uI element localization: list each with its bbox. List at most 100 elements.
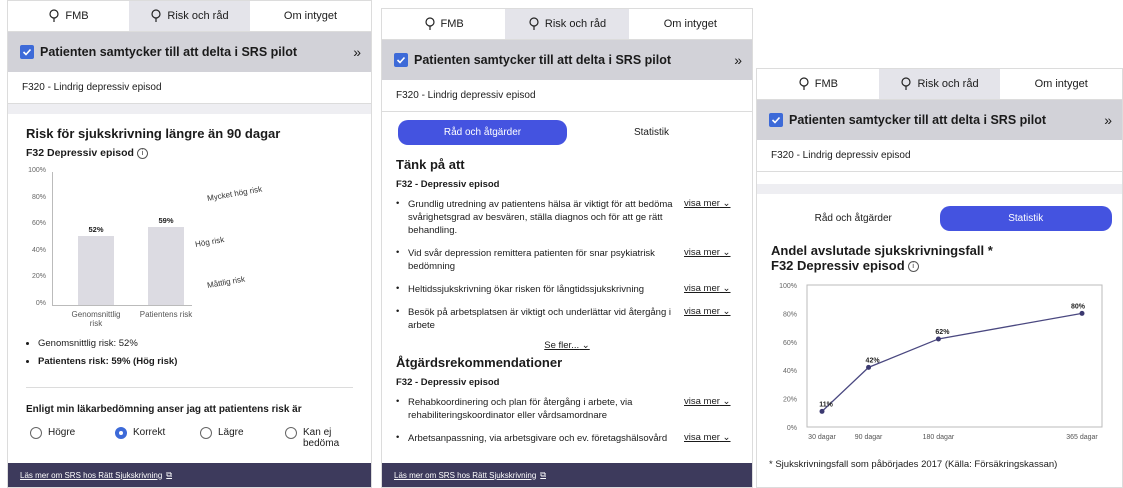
see-more-label[interactable]: Se fler... bbox=[544, 340, 579, 351]
check-icon bbox=[22, 48, 32, 56]
risk-panel: FMB Risk och råd Om intyget Patienten sa… bbox=[7, 0, 372, 488]
radio-cannot-assess[interactable]: Kan ej bedöma bbox=[285, 427, 345, 449]
show-more-link[interactable]: visa mer ⌄ bbox=[684, 396, 731, 407]
tab-label: Om intyget bbox=[1034, 78, 1088, 90]
tab-fmb[interactable]: FMB bbox=[382, 9, 506, 39]
tab-label: Om intyget bbox=[663, 18, 717, 30]
tab-fmb[interactable]: FMB bbox=[757, 69, 879, 99]
show-more-link[interactable]: visa mer ⌄ bbox=[684, 306, 731, 317]
lightbulb-icon bbox=[799, 77, 809, 90]
footer-link[interactable]: Läs mer om SRS hos Rätt Sjukskrivning ⧉ bbox=[382, 463, 752, 487]
x-tick-label: 365 dagar bbox=[1066, 434, 1098, 441]
radio-lower[interactable]: Lägre bbox=[200, 427, 285, 449]
radio-circle-selected[interactable] bbox=[115, 427, 127, 439]
tab-bar: FMB Risk och råd Om intyget bbox=[8, 1, 371, 32]
section-title: Åtgärdsrekommendationer bbox=[396, 355, 563, 370]
radio-label: Kan ej bedöma bbox=[303, 427, 340, 449]
show-more-label[interactable]: visa mer bbox=[684, 247, 720, 258]
radio-label: Korrekt bbox=[133, 427, 166, 438]
expand-icon[interactable]: » bbox=[353, 44, 361, 60]
consent-checkbox[interactable] bbox=[394, 53, 408, 67]
think-about-section: Tänk på att F32 - Depressiv episod bbox=[382, 153, 752, 190]
radio-higher[interactable]: Högre bbox=[30, 427, 115, 449]
show-more-label[interactable]: visa mer bbox=[684, 396, 720, 407]
risk-summary: Genomsnittlig risk: 52% Patientens risk:… bbox=[8, 338, 371, 374]
external-link-icon: ⧉ bbox=[540, 470, 546, 479]
tab-label: FMB bbox=[65, 10, 89, 22]
seg-statistik[interactable]: Statistik bbox=[939, 206, 1112, 231]
tab-risk[interactable]: Risk och råd bbox=[129, 1, 250, 31]
advice-text: Heltidssjukskrivning ökar risken för lån… bbox=[408, 284, 645, 295]
tab-risk[interactable]: Risk och råd bbox=[878, 69, 1001, 99]
bullet: • bbox=[396, 198, 400, 209]
show-more-label[interactable]: visa mer bbox=[684, 306, 720, 317]
diagnosis-row: F320 - Lindrig depressiv episod bbox=[8, 72, 371, 104]
data-label: 42% bbox=[866, 357, 881, 364]
info-icon[interactable]: i bbox=[136, 147, 148, 159]
section-title: Tänk på att bbox=[396, 157, 465, 172]
risk-bar-chart: 0% 20% 40% 60% 80% 100% 52% Genomsnittlig risk… bbox=[8, 164, 371, 334]
footer-link[interactable]: Läs mer om SRS hos Rätt Sjukskrivning ⧉ bbox=[8, 463, 371, 487]
expand-icon[interactable]: » bbox=[734, 52, 742, 68]
bullet: • bbox=[396, 432, 400, 443]
lightbulb-icon bbox=[151, 9, 162, 22]
show-more-label[interactable]: visa mer bbox=[684, 198, 720, 209]
seg-rad-och-atgarder[interactable]: Råd och åtgärder bbox=[767, 206, 940, 231]
y-axis bbox=[52, 172, 53, 305]
y-tick-label: 40% bbox=[783, 368, 797, 375]
footer-link-text[interactable]: Läs mer om SRS hos Rätt Sjukskrivning bbox=[20, 471, 162, 480]
tab-label: Risk och råd bbox=[917, 78, 979, 90]
show-more-link[interactable]: visa mer ⌄ bbox=[684, 432, 731, 443]
info-icon[interactable]: i bbox=[907, 261, 919, 273]
statistics-line-chart: 0% 20% 40% 60% 80% 100% 11% 30 dagar 42% 90 dagar… bbox=[779, 283, 1103, 441]
tab-om-intyget[interactable]: Om intyget bbox=[628, 9, 752, 39]
tab-label: Om intyget bbox=[283, 10, 338, 22]
tab-om-intyget[interactable]: Om intyget bbox=[1000, 69, 1122, 99]
consent-checkbox[interactable] bbox=[20, 45, 34, 59]
tab-om-intyget[interactable]: Om intyget bbox=[250, 1, 371, 31]
show-more-link[interactable]: visa mer ⌄ bbox=[684, 283, 731, 294]
x-category-label: Genomsnittlig risk bbox=[71, 310, 121, 328]
consent-checkbox[interactable] bbox=[769, 113, 783, 127]
check-icon bbox=[396, 56, 406, 64]
tab-label: FMB bbox=[814, 78, 838, 90]
risk-level-label: Måttlig risk bbox=[206, 274, 246, 290]
data-label: 62% bbox=[935, 329, 950, 336]
recommendation-item: • Arbetsanpassning, via arbetsgivare och … bbox=[382, 432, 752, 445]
radio-circle[interactable] bbox=[200, 427, 212, 439]
x-axis bbox=[52, 305, 192, 306]
chevron-down-icon: ⌄ bbox=[719, 396, 731, 407]
advice-item: • Besök på arbetsplatsen är viktigt och u… bbox=[382, 306, 752, 332]
show-more-link[interactable]: visa mer ⌄ bbox=[684, 247, 731, 258]
radio-circle[interactable] bbox=[285, 427, 297, 439]
advice-item: • Heltidssjukskrivning ökar risken för lå… bbox=[382, 283, 752, 296]
y-tick-label: 40% bbox=[31, 246, 46, 254]
radio-circle[interactable] bbox=[30, 427, 42, 439]
show-more-label[interactable]: visa mer bbox=[684, 432, 720, 443]
tab-risk[interactable]: Risk och råd bbox=[505, 9, 629, 39]
tab-label: Risk och råd bbox=[544, 18, 607, 30]
view-switch: Råd och åtgärder Statistik bbox=[757, 194, 1122, 243]
tab-fmb[interactable]: FMB bbox=[8, 1, 129, 31]
y-tick-label: 80% bbox=[783, 311, 797, 318]
statistics-heading: Andel avslutade sjukskrivningsfall * F32… bbox=[757, 243, 1122, 273]
lightbulb-icon bbox=[424, 17, 435, 30]
tab-bar: FMB Risk och råd Om intyget bbox=[382, 9, 752, 40]
tab-label: FMB bbox=[440, 18, 464, 30]
show-more-label[interactable]: visa mer bbox=[684, 283, 720, 294]
seg-rad-och-atgarder[interactable]: Råd och åtgärder bbox=[398, 120, 567, 145]
radio-correct[interactable]: Korrekt bbox=[115, 427, 200, 449]
footer-link-text[interactable]: Läs mer om SRS hos Rätt Sjukskrivning bbox=[394, 471, 536, 480]
y-tick-label: 60% bbox=[31, 220, 46, 228]
advice-list: • Grundlig utredning av patientens hälsa … bbox=[382, 198, 752, 332]
advice-item: • Grundlig utredning av patientens hälsa … bbox=[382, 198, 752, 237]
chevron-down-icon: ⌄ bbox=[579, 340, 590, 351]
series-line bbox=[821, 312, 1083, 412]
see-more-link[interactable]: Se fler... ⌄ bbox=[382, 340, 752, 351]
statistics-title: Andel avslutade sjukskrivningsfall * bbox=[771, 243, 993, 258]
data-point bbox=[866, 364, 872, 370]
expand-icon[interactable]: » bbox=[1104, 112, 1112, 128]
advice-text: Besök på arbetsplatsen är viktigt och un… bbox=[408, 307, 671, 331]
show-more-link[interactable]: visa mer ⌄ bbox=[684, 198, 731, 209]
seg-statistik[interactable]: Statistik bbox=[567, 120, 736, 145]
